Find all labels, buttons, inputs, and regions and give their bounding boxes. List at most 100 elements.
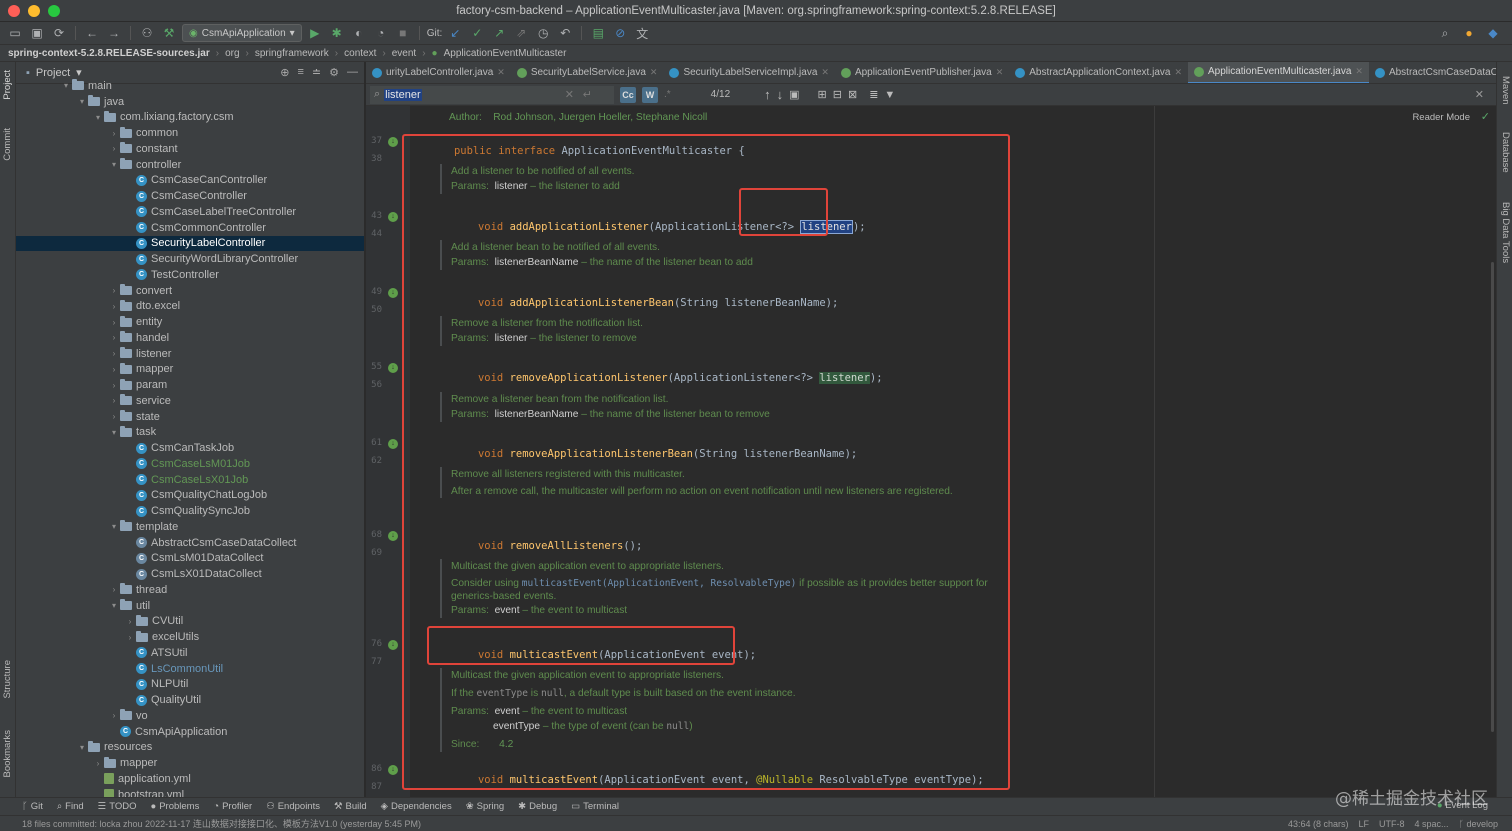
tool-window-build[interactable]: ⚒ Build xyxy=(334,801,367,812)
close-find-icon[interactable]: ✕ xyxy=(1475,88,1484,101)
editor-tab[interactable]: urityLabelController.java ✕ xyxy=(366,62,511,83)
chevron-right-icon[interactable]: › xyxy=(108,144,120,153)
sync-icon[interactable]: ⟳ xyxy=(50,24,68,42)
match-case-toggle[interactable]: Cc xyxy=(620,86,636,103)
git-branch[interactable]: ᚴ develop xyxy=(1459,819,1498,829)
breadcrumb-springframework[interactable]: springframework xyxy=(255,48,329,59)
close-tab-icon[interactable]: ✕ xyxy=(650,67,658,78)
chevron-right-icon[interactable]: › xyxy=(108,318,120,327)
tree-item[interactable]: C AbstractCsmCaseDataCollect xyxy=(16,535,364,551)
tree-item[interactable]: application.yml xyxy=(16,771,364,787)
stop-icon[interactable]: ■ xyxy=(394,24,412,42)
open-folder-icon[interactable]: ▭ xyxy=(6,24,24,42)
chevron-down-icon[interactable]: ▾ xyxy=(108,601,120,610)
tree-item[interactable]: C CsmApiApplication xyxy=(16,724,364,740)
breadcrumb-jar[interactable]: spring-context-5.2.8.RELEASE-sources.jar xyxy=(8,48,210,59)
tree-item[interactable]: › convert xyxy=(16,283,364,299)
chevron-down-icon[interactable]: ▾ xyxy=(76,743,88,752)
chevron-right-icon[interactable]: › xyxy=(108,412,120,421)
new-line-icon[interactable]: ↵ xyxy=(583,88,592,101)
clear-search-icon[interactable]: ✕ xyxy=(565,88,574,101)
side-tab-big-data-tools[interactable]: Big Data Tools xyxy=(1500,202,1511,263)
add-selection-icon[interactable]: ⊞ xyxy=(818,88,827,101)
run-icon[interactable]: ▶ xyxy=(306,24,324,42)
tool-window-terminal[interactable]: ▭ Terminal xyxy=(571,801,619,812)
search-everywhere-icon[interactable]: ⌕ xyxy=(1436,24,1454,42)
chevron-right-icon[interactable]: › xyxy=(124,617,136,626)
tool-window-git[interactable]: ᚴ Git xyxy=(22,801,43,812)
chevron-right-icon[interactable]: › xyxy=(108,129,120,138)
editor-tab[interactable]: AbstractApplicationContext.java ✕ xyxy=(1009,62,1188,83)
update-icon[interactable]: ● xyxy=(1460,24,1478,42)
rollback-icon[interactable]: ↶ xyxy=(556,24,574,42)
side-tab-commit[interactable]: Commit xyxy=(2,128,13,161)
side-tab-structure[interactable]: Structure xyxy=(2,660,13,699)
tree-item[interactable]: › constant xyxy=(16,141,364,157)
tool-window-dependencies[interactable]: ◈ Dependencies xyxy=(381,801,452,812)
chevron-right-icon[interactable]: › xyxy=(108,286,120,295)
breadcrumb-org[interactable]: org xyxy=(225,48,239,59)
close-tab-icon[interactable]: ✕ xyxy=(821,67,829,78)
chevron-down-icon[interactable]: ▾ xyxy=(108,522,120,531)
breadcrumb-context[interactable]: context xyxy=(344,48,376,59)
hammer-build-icon[interactable]: ⚒ xyxy=(160,24,178,42)
project-panel-title[interactable]: Project xyxy=(36,67,70,79)
multiline-icon[interactable]: ≣ xyxy=(869,88,878,101)
user-icon[interactable]: ⚇ xyxy=(138,24,156,42)
tool-window-find[interactable]: ⌕ Find xyxy=(57,801,84,812)
search-input[interactable]: ⌕ listener ✕ ↵ xyxy=(370,85,614,104)
caret-position[interactable]: 43:64 (8 chars) xyxy=(1288,819,1349,829)
filter-icon[interactable]: ▼ xyxy=(884,89,895,101)
chevron-right-icon[interactable]: › xyxy=(108,349,120,358)
tree-item[interactable]: › dto.excel xyxy=(16,299,364,315)
chevron-down-icon[interactable]: ▾ xyxy=(60,81,72,90)
tree-item[interactable]: ▾ com.lixiang.factory.csm xyxy=(16,110,364,126)
editor-scrollbar[interactable] xyxy=(1491,262,1494,732)
tree-item[interactable]: bootstrap.yml xyxy=(16,787,364,797)
implemented-by-gutter-icon[interactable]: ↓ xyxy=(388,531,398,541)
tree-item[interactable]: C CsmCommonController xyxy=(16,220,364,236)
tree-item[interactable]: › handel xyxy=(16,330,364,346)
tree-item[interactable]: ▾ java xyxy=(16,94,364,110)
tree-item[interactable]: C CsmCaseLabelTreeController xyxy=(16,204,364,220)
file-encoding[interactable]: UTF-8 xyxy=(1379,819,1405,829)
indent-setting[interactable]: 4 spac... xyxy=(1415,819,1449,829)
history-icon[interactable]: ◷ xyxy=(534,24,552,42)
terminal-icon[interactable]: ▤ xyxy=(589,24,607,42)
tool-window-endpoints[interactable]: ⚇ Endpoints xyxy=(266,801,320,812)
select-all-icon[interactable]: ⊠ xyxy=(848,88,857,101)
tree-item[interactable]: C CsmQualitySyncJob xyxy=(16,503,364,519)
chevron-right-icon[interactable]: › xyxy=(92,759,104,768)
tree-item[interactable]: › CVUtil xyxy=(16,614,364,630)
back-arrow-icon[interactable]: ← xyxy=(83,24,101,42)
chevron-right-icon[interactable]: › xyxy=(108,365,120,374)
remove-selection-icon[interactable]: ⊟ xyxy=(833,88,842,101)
implemented-by-gutter-icon[interactable]: ↓ xyxy=(388,137,398,147)
tree-item[interactable]: › listener xyxy=(16,346,364,362)
tree-item[interactable]: C CsmCaseController xyxy=(16,188,364,204)
debug-icon[interactable]: ✱ xyxy=(328,24,346,42)
tool-window-todo[interactable]: ☰ TODO xyxy=(98,801,137,812)
tree-item[interactable]: C SecurityWordLibraryController xyxy=(16,251,364,267)
editor-tab[interactable]: ApplicationEventMulticaster.java ✕ xyxy=(1187,62,1369,83)
implemented-by-gutter-icon[interactable]: ↓ xyxy=(388,765,398,775)
breadcrumb-event[interactable]: event xyxy=(392,48,416,59)
tree-item[interactable]: C QualityUtil xyxy=(16,692,364,708)
breadcrumb-interface[interactable]: ApplicationEventMulticaster xyxy=(444,48,567,59)
editor-tab[interactable]: SecurityLabelServiceImpl.java ✕ xyxy=(663,62,835,83)
run-configuration-select[interactable]: ◉ CsmApiApplication ▾ xyxy=(182,24,302,42)
tree-item[interactable]: C CsmCaseCanController xyxy=(16,173,364,189)
tree-item[interactable]: › param xyxy=(16,377,364,393)
tree-item[interactable]: C CsmCanTaskJob xyxy=(16,440,364,456)
tree-item[interactable]: C ATSUtil xyxy=(16,645,364,661)
chevron-down-icon[interactable]: ▾ xyxy=(92,113,104,122)
zoom-window-button[interactable] xyxy=(48,5,60,17)
tool-window-spring[interactable]: ❀ Spring xyxy=(466,801,504,812)
editor-tab[interactable]: AbstractCsmCaseDataCollect.java✕ xyxy=(1369,62,1496,83)
next-occurrence-icon[interactable]: ↓ xyxy=(777,87,784,102)
chevron-right-icon[interactable]: › xyxy=(108,302,120,311)
save-icon[interactable]: ▣ xyxy=(28,24,46,42)
tree-item[interactable]: C LsCommonUtil xyxy=(16,661,364,677)
no-icon[interactable]: ⊘ xyxy=(611,24,629,42)
side-tab-bookmarks[interactable]: Bookmarks xyxy=(2,730,13,778)
